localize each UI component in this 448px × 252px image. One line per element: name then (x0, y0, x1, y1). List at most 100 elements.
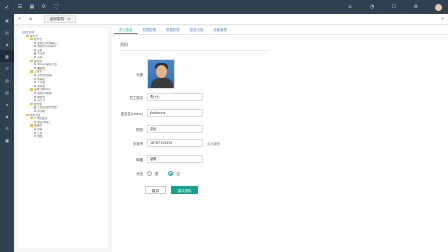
nav-tag-icon[interactable]: ◆ (0, 110, 14, 122)
tree-node-label: Xinyu(深圳)上班 (37, 63, 57, 67)
folder-icon (30, 124, 33, 127)
user-icon (34, 99, 37, 102)
user-icon (34, 84, 37, 87)
tree-node-label: 刘晓 (37, 135, 43, 139)
grid-icon[interactable]: ▦ (26, 0, 38, 14)
user-icon (34, 120, 37, 123)
tree-node-label: 研六七 (34, 38, 42, 42)
tab-home-icon[interactable]: ⌂ (25, 14, 36, 25)
user-icon (34, 74, 37, 77)
tree-node-label: 视频部 (34, 124, 42, 128)
user-icon (34, 41, 37, 44)
profile-photo[interactable] (147, 59, 175, 89)
cancel-button[interactable]: 取消 (145, 186, 166, 194)
folder-icon (26, 113, 29, 116)
tab-close-icon[interactable]: × (67, 15, 70, 23)
refresh-icon[interactable]: ⟳ (38, 0, 50, 14)
folder-icon (26, 34, 29, 37)
user-icon (34, 127, 37, 131)
status-yes-radio[interactable]: 是 (147, 171, 158, 176)
job-field[interactable]: 总经 (147, 125, 203, 133)
fullscreen-icon[interactable]: ⛶ (50, 0, 62, 14)
detail-tabs: 员工信息 权限配置 数据权限 登录记录 设备管理 (112, 26, 448, 35)
name-label: 员工姓名 (129, 95, 143, 100)
folder-icon (30, 70, 33, 73)
name-field[interactable]: 曹六七 (147, 93, 203, 101)
status-row: 状态 是 否 (112, 171, 190, 176)
en-name-field[interactable]: Katharina (147, 109, 203, 117)
org-tree: [我的]权限 曹六七 研六七 张晓(贝尔)的职工 刘晓宁(Amgen) 庄斯 李子彦 苏丹运… (18, 28, 108, 248)
tab-next-icon[interactable]: » (437, 14, 448, 25)
tab-permissions[interactable]: 权限配置 (138, 26, 162, 34)
side-nav: ▣ ▤ ♟ ▥ ✉ ▧ ▨ ★ ◆ ⚙ ■ (0, 14, 14, 252)
nav-people-icon[interactable]: ♟ (0, 38, 14, 50)
message-icon[interactable]: ☐ (383, 0, 405, 14)
tree-node-label: 韩丽 (37, 128, 43, 132)
user-icon (34, 52, 37, 55)
tree-node-label: 周小楠 (37, 110, 45, 114)
section-title: 资料 (120, 42, 270, 51)
nav-box-icon[interactable]: ■ (0, 134, 14, 146)
user-icon (34, 81, 37, 84)
nav-doc-icon[interactable]: ▧ (0, 74, 14, 86)
user-icon (34, 131, 37, 134)
phone-label: 手机号 (132, 141, 143, 146)
phone-field[interactable]: 18767155430 (147, 139, 203, 147)
user-icon (34, 106, 37, 109)
tree-user[interactable]: 刘晓 (22, 135, 104, 139)
email-field[interactable]: 副教 (147, 155, 203, 163)
email-label: 邮箱 (136, 157, 143, 162)
en-name-label: 英文名(Users) (120, 111, 143, 116)
top-bar: ✓ ☰ ▦ ⟳ ⛶ ⌂ ◔ ☐ ⚙ (0, 0, 448, 14)
en-name-row: 英文名(Users) Katharina (112, 109, 203, 117)
user-icon (34, 92, 37, 95)
folder-icon (30, 59, 33, 62)
nav-org-icon[interactable]: ▥ (0, 50, 14, 62)
tree-node-label: 苏丹 (37, 56, 43, 60)
nav-chart-icon[interactable]: ▨ (0, 86, 14, 98)
tab-employee-info[interactable]: 员工信息 (114, 26, 138, 34)
button-row: 取消 保存资料 (145, 186, 199, 194)
job-label: 职务 (136, 127, 143, 132)
email-row: 邮箱 副教 (112, 155, 203, 163)
tab-prev-icon[interactable]: « (14, 14, 25, 25)
menu-icon[interactable]: ☰ (14, 0, 26, 14)
user-avatar[interactable] (435, 3, 442, 11)
user-icon (34, 56, 37, 59)
user-icon (34, 45, 37, 48)
tab-data-permissions[interactable]: 数据权限 (161, 26, 185, 34)
nav-dashboard-icon[interactable]: ▣ (0, 14, 14, 26)
nav-cog-icon[interactable]: ⚙ (0, 122, 14, 134)
folder-icon (30, 117, 33, 120)
tree-node-label: 广州研发部 (34, 117, 47, 121)
user-icon (34, 48, 37, 52)
user-icon (34, 109, 37, 113)
avatar-label: 头像 (136, 72, 143, 77)
name-row: 员工姓名 曹六七 (112, 93, 203, 101)
tab-devices[interactable]: 设备管理 (208, 26, 232, 34)
folder-icon (30, 88, 33, 91)
nav-mail-icon[interactable]: ✉ (0, 62, 14, 74)
nav-apps-icon[interactable]: ▤ (0, 26, 14, 38)
user-icon (34, 95, 37, 98)
tab-login-log[interactable]: 登录记录 (185, 26, 209, 34)
tree-node-label: 刘晓宁(Amgen) (37, 45, 57, 49)
user-icon (34, 77, 37, 80)
folder-icon (30, 102, 33, 105)
user-icon (34, 66, 37, 70)
save-button[interactable]: 保存资料 (170, 186, 199, 194)
detail-panel: 员工信息 权限配置 数据权限 登录记录 设备管理 资料 头像 员工姓名 曹六七 … (112, 26, 448, 252)
status-label: 状态 (136, 172, 143, 176)
tab-label: 组织架构 (50, 17, 65, 21)
user-icon (34, 63, 37, 66)
home-icon[interactable]: ⌂ (339, 0, 361, 14)
tab-org[interactable]: 组织架构 × (44, 15, 77, 23)
settings-icon[interactable]: ⚙ (405, 0, 427, 14)
tree-node-label: 乔文杰(新闻) (37, 74, 53, 78)
nav-star-icon[interactable]: ★ (0, 98, 14, 110)
phone-edit-link[interactable]: 点击编辑 (207, 141, 220, 146)
status-no-radio[interactable]: 否 (168, 171, 180, 176)
bell-icon[interactable]: ◔ (361, 0, 383, 14)
tree-node-label: 马小飞 (37, 99, 45, 103)
logo-icon: ✓ (4, 3, 10, 11)
